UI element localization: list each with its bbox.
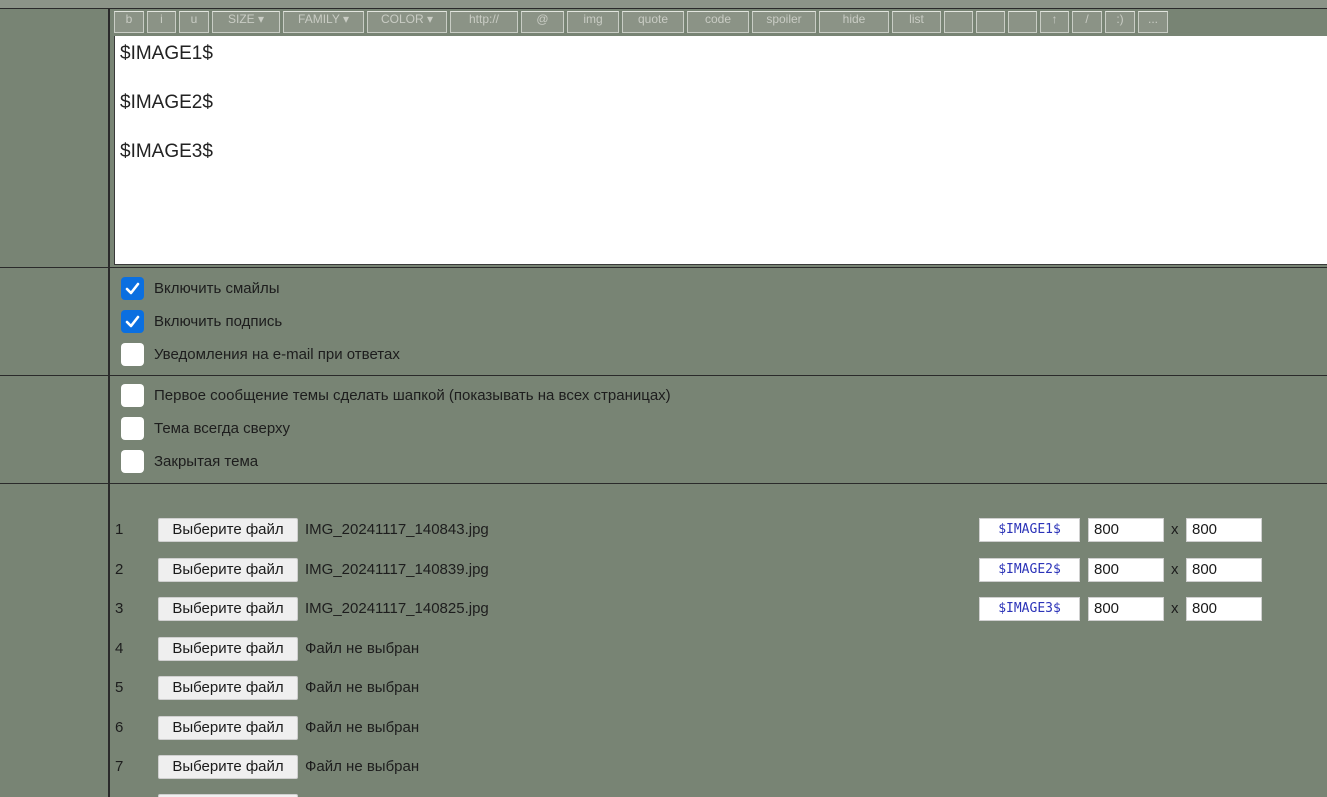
toolbar-button[interactable]: [944, 11, 973, 33]
dimension-separator: x: [1171, 600, 1179, 617]
toolbar-button[interactable]: /: [1072, 11, 1102, 33]
option-label: Первое сообщение темы сделать шапкой (по…: [154, 386, 671, 404]
option-label: Включить смайлы: [154, 279, 280, 297]
post-form: b i u SIZE ▾ FAMILY ▾ COLOR ▾ http://@ img quote…: [0, 0, 1327, 797]
toolbar-button[interactable]: ↑: [1040, 11, 1069, 33]
file-name: IMG_20241117_140825.jpg: [305, 600, 489, 617]
image-width-input[interactable]: 800: [1088, 558, 1164, 582]
file-name: Файл не выбран: [305, 640, 420, 657]
editor-line-1: $IMAGE1$: [120, 43, 213, 64]
attachment-row: 2 Выберите файл IMG_20241117_140839.jpg $IM…: [114, 557, 1314, 583]
file-name: IMG_20241117_140843.jpg: [305, 521, 489, 538]
attachment-row: 3 Выберите файл IMG_20241117_140825.jpg $IM…: [114, 596, 1314, 622]
choose-file-button[interactable]: Выберите файл: [158, 518, 298, 542]
label-column: [0, 9, 110, 797]
toolbar-button[interactable]: :): [1105, 11, 1135, 33]
toolbar-button[interactable]: ...: [1138, 11, 1168, 33]
editor-line-2: $IMAGE2$: [120, 92, 213, 113]
toolbar-button[interactable]: list: [892, 11, 941, 33]
option-row: Первое сообщение темы сделать шапкой (по…: [121, 383, 671, 407]
toolbar-button[interactable]: [976, 11, 1005, 33]
choose-file-button[interactable]: Выберите файл: [158, 676, 298, 700]
attachment-row: 1 Выберите файл IMG_20241117_140843.jpg $IM…: [114, 517, 1314, 543]
toolbar-button[interactable]: spoiler: [752, 11, 816, 33]
top-band: [0, 0, 1327, 9]
file-name: Файл не выбран: [305, 719, 420, 736]
toolbar-button[interactable]: SIZE ▾: [212, 11, 280, 33]
option-checkbox[interactable]: [121, 309, 144, 333]
dimension-separator: x: [1171, 561, 1179, 578]
bbcode-toolbar: b i u SIZE ▾ FAMILY ▾ COLOR ▾ http://@ img quote…: [114, 9, 1327, 35]
option-checkbox[interactable]: [121, 383, 144, 407]
toolbar-button[interactable]: http://: [450, 11, 518, 33]
option-row: Включить смайлы: [121, 276, 280, 300]
option-checkbox[interactable]: [121, 416, 144, 440]
option-label: Включить подпись: [154, 312, 283, 330]
editor-line-3: $IMAGE3$: [120, 141, 213, 162]
file-name: IMG_20241117_140839.jpg: [305, 561, 489, 578]
option-checkbox[interactable]: [121, 342, 144, 366]
option-row: Тема всегда сверху: [121, 416, 290, 440]
option-label: Уведомления на e-mail при ответах: [154, 345, 400, 363]
image-width-input[interactable]: 800: [1088, 597, 1164, 621]
file-name: Файл не выбран: [305, 758, 420, 775]
option-label: Закрытая тема: [154, 452, 259, 470]
option-checkbox[interactable]: [121, 276, 144, 300]
file-name: Файл не выбран: [305, 679, 420, 696]
divider: [0, 375, 1327, 376]
image-width-input[interactable]: 800: [1088, 518, 1164, 542]
attachment-number: 2: [115, 561, 124, 578]
option-row: Уведомления на e-mail при ответах: [121, 342, 400, 366]
image-height-input[interactable]: 800: [1186, 518, 1262, 542]
image-height-input[interactable]: 800: [1186, 558, 1262, 582]
attachment-number: 4: [115, 640, 124, 657]
message-textarea[interactable]: $IMAGE1$ $IMAGE2$ $IMAGE3$: [114, 36, 1327, 265]
attachment-row: 6 Выберите файл Файл не выбран: [114, 715, 1314, 741]
attachment-row: 5 Выберите файл Файл не выбран: [114, 675, 1314, 701]
attachment-number: 1: [115, 521, 124, 538]
choose-file-button[interactable]: Выберите файл: [158, 637, 298, 661]
image-tag-field[interactable]: $IMAGE1$: [979, 518, 1080, 542]
attachment-row: 4 Выберите файл Файл не выбран: [114, 636, 1314, 662]
choose-file-button[interactable]: Выберите файл: [158, 716, 298, 740]
toolbar-button[interactable]: u: [179, 11, 209, 33]
choose-file-button[interactable]: Выберите файл: [158, 755, 298, 779]
image-height-input[interactable]: 800: [1186, 597, 1262, 621]
attachment-number: 5: [115, 679, 124, 696]
choose-file-button[interactable]: Выберите файл: [158, 597, 298, 621]
option-row: Закрытая тема: [121, 449, 258, 473]
toolbar-button[interactable]: @: [521, 11, 564, 33]
option-row: Включить подпись: [121, 309, 282, 333]
attachment-number: 7: [115, 758, 124, 775]
toolbar-button[interactable]: COLOR ▾: [367, 11, 447, 33]
option-checkbox[interactable]: [121, 449, 144, 473]
toolbar-button[interactable]: quote: [622, 11, 684, 33]
image-tag-field[interactable]: $IMAGE2$: [979, 558, 1080, 582]
image-tag-field[interactable]: $IMAGE3$: [979, 597, 1080, 621]
toolbar-button[interactable]: FAMILY ▾: [283, 11, 364, 33]
attachment-row: 7 Выберите файл Файл не выбран: [114, 754, 1314, 780]
toolbar-button[interactable]: [1008, 11, 1037, 33]
toolbar-button[interactable]: code: [687, 11, 749, 33]
option-label: Тема всегда сверху: [154, 419, 291, 437]
toolbar-button[interactable]: b: [114, 11, 144, 33]
toolbar-button[interactable]: i: [147, 11, 176, 33]
toolbar-button[interactable]: img: [567, 11, 619, 33]
attachment-number: 6: [115, 719, 124, 736]
divider: [0, 267, 1327, 268]
choose-file-button[interactable]: Выберите файл: [158, 558, 298, 582]
dimension-separator: x: [1171, 521, 1179, 538]
attachment-number: 3: [115, 600, 124, 617]
toolbar-button[interactable]: hide: [819, 11, 889, 33]
divider: [0, 483, 1327, 484]
